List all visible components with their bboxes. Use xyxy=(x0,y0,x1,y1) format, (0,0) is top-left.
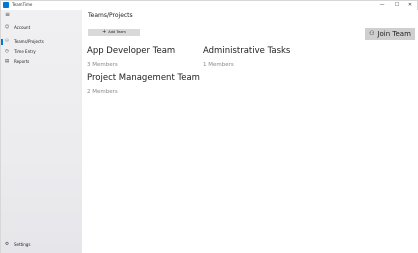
sidebar-item-settings[interactable]: ⚙ Settings xyxy=(1,241,82,249)
sidebar-item-reports[interactable]: ▤ Reports xyxy=(1,58,82,66)
add-team-label: Add Team xyxy=(108,30,126,34)
team-name: Administrative Tasks xyxy=(203,46,291,56)
title-bar[interactable]: TeamTime — ☐ ✕ xyxy=(1,1,417,10)
sidebar-item-label: Reports xyxy=(14,59,30,64)
join-team-label: Join Team xyxy=(377,30,411,38)
close-button[interactable]: ✕ xyxy=(403,1,417,10)
sidebar-item-teams-projects[interactable]: ⚇ Teams/Projects xyxy=(1,38,82,46)
plus-icon: + xyxy=(102,29,107,35)
window-title: TeamTime xyxy=(12,2,33,7)
maximize-button[interactable]: ☐ xyxy=(390,1,404,10)
person-icon: ☺ xyxy=(4,25,10,30)
sidebar: ≡ ☺ Account ⚇ Teams/Projects ◷ Time Entr… xyxy=(1,10,82,253)
team-card[interactable]: Administrative Tasks 1 Members xyxy=(203,46,290,69)
sidebar-item-label: Time Entry xyxy=(14,49,36,54)
team-members-count: 2 Members xyxy=(87,89,118,95)
team-name: App Developer Team xyxy=(87,46,176,56)
app-icon xyxy=(3,2,9,8)
clock-icon: ◷ xyxy=(5,49,9,54)
team-card[interactable]: App Developer Team 3 Members xyxy=(87,46,175,69)
document-icon: ▤ xyxy=(4,59,10,64)
minimize-button[interactable]: — xyxy=(375,1,389,10)
team-members-count: 3 Members xyxy=(87,62,118,68)
team-card[interactable]: Project Management Team 2 Members xyxy=(87,73,200,96)
app-window: TeamTime — ☐ ✕ ≡ ☺ Account ⚇ Teams/Proje… xyxy=(0,0,418,253)
sidebar-item-time-entry[interactable]: ◷ Time Entry xyxy=(1,48,82,56)
team-name: Project Management Team xyxy=(87,73,200,83)
join-team-button[interactable]: ⚇ Join Team xyxy=(365,28,415,40)
sidebar-item-label: Settings xyxy=(14,242,31,247)
sidebar-item-label: Account xyxy=(14,25,31,30)
sidebar-item-account[interactable]: ☺ Account xyxy=(1,24,82,32)
add-team-button[interactable]: + Add Team xyxy=(88,29,140,36)
page-title: Teams/Projects xyxy=(88,12,133,19)
people-icon: ⚇ xyxy=(4,39,10,44)
gear-icon: ⚙ xyxy=(4,242,10,247)
hamburger-icon[interactable]: ≡ xyxy=(5,12,12,18)
main-content: Teams/Projects + Add Team ⚇ Join Team Ap… xyxy=(82,10,418,253)
people-link-icon: ⚇ xyxy=(369,30,375,37)
sidebar-item-label: Teams/Projects xyxy=(14,39,44,44)
team-members-count: 1 Members xyxy=(203,62,234,68)
